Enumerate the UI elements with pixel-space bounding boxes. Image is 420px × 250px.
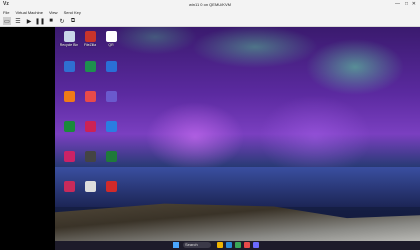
- vm-display[interactable]: Recycle Bin FileZilla QR: [55, 27, 420, 250]
- desktop-icon[interactable]: [59, 181, 79, 193]
- desktop-icon-glyph: [84, 91, 96, 102]
- desktop-icon-glyph: [105, 31, 117, 42]
- desktop-icon[interactable]: [59, 61, 79, 73]
- desktop-icon-glyph: [63, 31, 75, 42]
- desktop-icon-glyph: [84, 121, 96, 132]
- desktop-icon-glyph: [105, 91, 117, 102]
- stop-icon[interactable]: ■: [47, 17, 55, 25]
- minimize-icon[interactable]: —: [395, 1, 400, 7]
- desktop-icon[interactable]: [80, 91, 100, 103]
- desktop-icon-glyph: [63, 151, 75, 162]
- desktop-icon-glyph: [105, 61, 117, 72]
- desktop-icon[interactable]: Recycle Bin: [59, 31, 79, 47]
- desktop-icon-label: QR: [108, 43, 114, 47]
- desktop-icon[interactable]: [101, 91, 121, 103]
- maximize-icon[interactable]: □: [405, 1, 408, 7]
- taskbar: Search: [55, 241, 420, 250]
- desktop-icon[interactable]: [59, 151, 79, 163]
- desktop-icon-glyph: [63, 121, 75, 132]
- desktop-icon-label: FileZilla: [83, 43, 97, 47]
- desktop-icon-glyph: [84, 151, 96, 162]
- windows-start-icon[interactable]: [173, 242, 179, 248]
- window-title: win11 0 on QEMU/KVM: [189, 2, 231, 7]
- desktop-icon[interactable]: [101, 181, 121, 193]
- desktop-icon-glyph: [84, 181, 96, 192]
- desktop-icon-label: Recycle Bin: [59, 43, 79, 47]
- desktop-icon-glyph: [105, 181, 117, 192]
- menu-view[interactable]: View: [49, 10, 58, 15]
- desktop-icon[interactable]: [101, 61, 121, 73]
- desktop-icon-glyph: [84, 61, 96, 72]
- monitor-icon[interactable]: ▭: [3, 17, 11, 25]
- close-icon[interactable]: ✕: [412, 1, 416, 7]
- pause-icon[interactable]: ❚❚: [35, 17, 45, 25]
- toolbar: ▭ ☰ ▶ ❚❚ ■ ↻ ⧉: [0, 16, 420, 27]
- desktop-icon-glyph: [84, 31, 96, 42]
- window-title-bar: Vz win11 0 on QEMU/KVM — □ ✕: [0, 0, 420, 9]
- snapshot-icon[interactable]: ⧉: [69, 17, 77, 25]
- refresh-icon[interactable]: ↻: [58, 17, 66, 25]
- desktop-icon[interactable]: FileZilla: [80, 31, 100, 47]
- desktop-icon[interactable]: [80, 151, 100, 163]
- desktop-icon-glyph: [63, 181, 75, 192]
- desktop-icon-glyph: [63, 61, 75, 72]
- desktop-icon[interactable]: [101, 151, 121, 163]
- file-explorer-icon[interactable]: [217, 242, 223, 248]
- menu-send-key[interactable]: Send Key: [64, 10, 81, 15]
- menu-bar: File Virtual Machine View Send Key: [0, 9, 420, 16]
- play-icon[interactable]: ▶: [25, 17, 33, 25]
- desktop-icon-glyph: [63, 91, 75, 102]
- desktop-icon-glyph: [105, 151, 117, 162]
- desktop-icon[interactable]: [59, 91, 79, 103]
- desktop-icon[interactable]: [101, 121, 121, 133]
- taskbar-search[interactable]: Search: [183, 242, 211, 248]
- desktop-icon[interactable]: [80, 121, 100, 133]
- app-icon[interactable]: [253, 242, 259, 248]
- desktop-icon-glyph: [105, 121, 117, 132]
- info-icon[interactable]: ☰: [14, 17, 22, 25]
- desktop-icon[interactable]: [59, 121, 79, 133]
- app-icon[interactable]: [244, 242, 250, 248]
- desktop-icon[interactable]: [80, 61, 100, 73]
- store-icon[interactable]: [235, 242, 241, 248]
- edge-icon[interactable]: [226, 242, 232, 248]
- menu-virtual-machine[interactable]: Virtual Machine: [15, 10, 43, 15]
- desktop-icon[interactable]: [80, 181, 100, 193]
- menu-file[interactable]: File: [3, 10, 9, 15]
- desktop-icon[interactable]: QR: [101, 31, 121, 47]
